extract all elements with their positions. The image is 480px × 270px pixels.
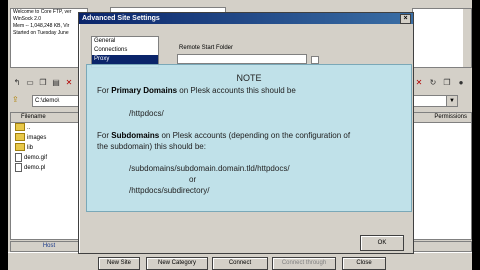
host-tab[interactable]: Host xyxy=(10,241,88,252)
folder-up-icon[interactable]: ⇪ xyxy=(12,95,19,104)
primary-domains-term: Primary Domains xyxy=(111,86,178,95)
connect-button[interactable]: Connect xyxy=(212,257,268,270)
letterbox-right xyxy=(472,0,480,270)
delete-icon[interactable]: ✕ xyxy=(64,78,74,88)
log-line: Welcome to Core FTP, ver xyxy=(13,9,72,15)
remote-refresh-icon[interactable]: ↻ xyxy=(428,78,438,88)
remote-copy-icon[interactable]: ❐ xyxy=(442,78,452,88)
close-icon[interactable]: × xyxy=(400,14,411,24)
remote-start-folder-label: Remote Start Folder xyxy=(179,45,234,51)
right-log-panel xyxy=(412,8,472,68)
paste-icon[interactable]: ▤ xyxy=(51,78,61,88)
primary-path: /httpdocs/ xyxy=(129,109,164,118)
log-line: WinSock 2.0 xyxy=(13,16,42,22)
tree-item-connections[interactable]: Connections xyxy=(92,46,158,55)
file-icon xyxy=(15,153,22,162)
letterbox-left xyxy=(0,0,8,270)
note-heading: NOTE xyxy=(236,73,262,83)
list-item[interactable]: demo.pl xyxy=(11,163,87,173)
folder-icon xyxy=(15,123,25,132)
new-site-button[interactable]: New Site xyxy=(98,257,140,270)
list-item[interactable]: lib xyxy=(11,143,87,153)
new-folder-icon[interactable]: ▭ xyxy=(25,78,35,88)
go-up-icon[interactable]: ↰ xyxy=(12,78,22,88)
or-separator: or xyxy=(189,175,197,184)
log-line: Mem -- 1,048,248 KB, Vir xyxy=(13,23,70,29)
ok-button[interactable]: OK xyxy=(360,235,404,251)
note-subdomain-line: For Subdomains on Plesk accounts (depend… xyxy=(97,131,351,140)
log-line: Started on Tuesday June xyxy=(13,30,69,36)
filename-column-header[interactable]: Filename xyxy=(11,113,87,123)
close-button[interactable]: Close xyxy=(342,257,386,270)
permissions-column-header[interactable]: Permissions xyxy=(413,113,471,123)
remote-file-list: Permissions xyxy=(412,112,472,240)
subdomains-term: Subdomains xyxy=(111,131,160,140)
list-item[interactable]: demo.gif xyxy=(11,153,87,163)
log-scrollbar[interactable] xyxy=(463,9,471,67)
remote-folder-checkbox[interactable] xyxy=(311,56,319,64)
note-subdomain-line-2: the subdomain) this should be: xyxy=(97,142,206,151)
remote-stop-icon[interactable]: ● xyxy=(456,78,466,88)
local-toolbar: ↰ ▭ ❐ ▤ ✕ xyxy=(10,76,86,90)
note-primary-line: For Primary Domains on Plesk accounts th… xyxy=(97,86,296,95)
connect-through-button[interactable]: Connect through xyxy=(272,257,336,270)
folder-icon xyxy=(15,133,25,142)
note-overlay: NOTE For Primary Domains on Plesk accoun… xyxy=(86,64,412,212)
subdomain-path-b: /httpdocs/subdirectory/ xyxy=(129,186,210,195)
log-panel: Welcome to Core FTP, ver WinSock 2.0 Mem… xyxy=(10,8,88,68)
remote-delete-icon[interactable]: ✕ xyxy=(414,78,424,88)
dialog-title: Advanced Site Settings × xyxy=(79,13,413,24)
list-item[interactable]: .. xyxy=(11,123,87,133)
core-ftp-window: Welcome to Core FTP, ver WinSock 2.0 Mem… xyxy=(8,0,472,270)
new-category-button[interactable]: New Category xyxy=(146,257,208,270)
remote-start-folder-input[interactable] xyxy=(177,54,307,64)
tree-item-proxy[interactable]: Proxy xyxy=(92,55,158,64)
file-icon xyxy=(15,163,22,172)
local-file-list: Filename .. images lib demo.gif demo.pl xyxy=(10,112,88,240)
tree-item-general[interactable]: General xyxy=(92,37,158,46)
remote-path-dropdown[interactable]: ▼ xyxy=(446,95,458,107)
copy-icon[interactable]: ❐ xyxy=(38,78,48,88)
folder-icon xyxy=(15,143,25,152)
list-item[interactable]: images xyxy=(11,133,87,143)
remote-status-bar xyxy=(412,241,472,252)
subdomain-path-a: /subdomains/subdomain.domain.tld/httpdoc… xyxy=(129,164,290,173)
remote-toolbar: ✕ ↻ ❐ ● xyxy=(412,76,472,90)
